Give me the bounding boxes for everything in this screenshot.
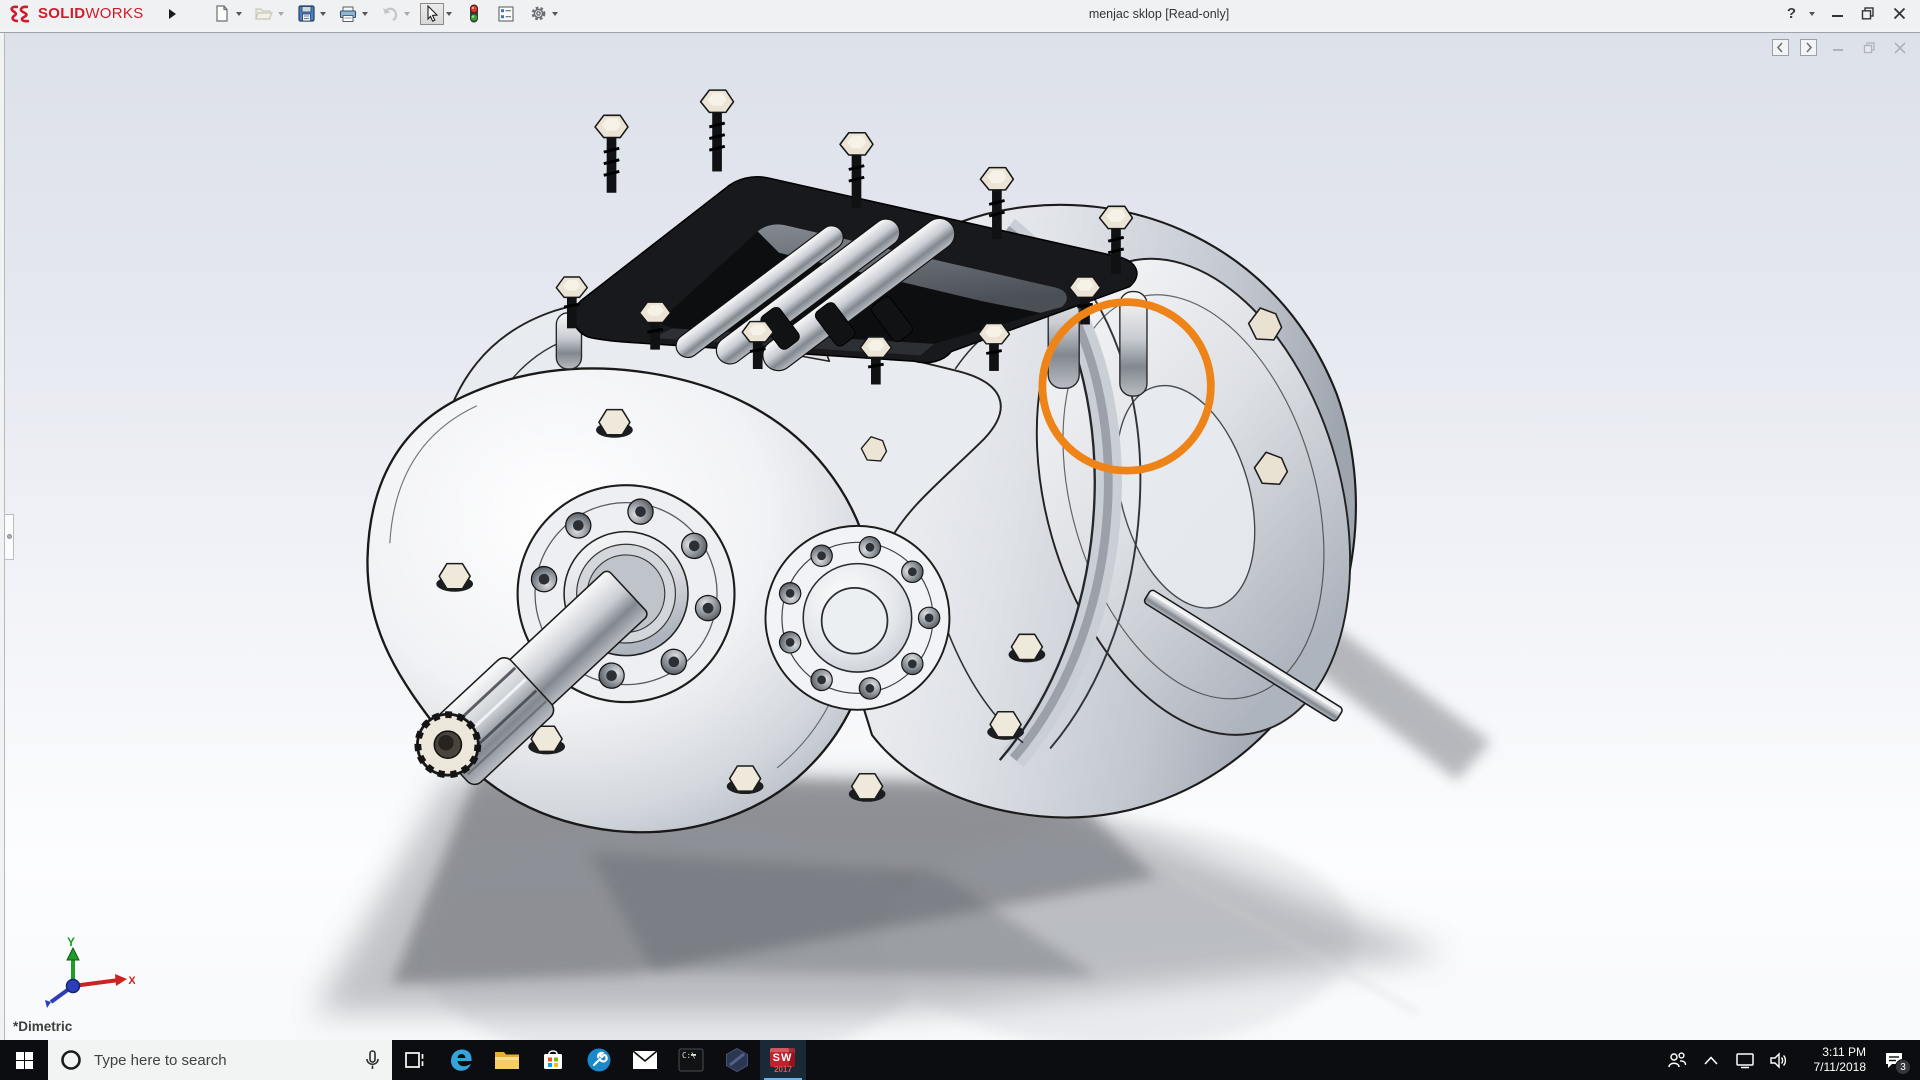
save-icon	[298, 5, 315, 22]
sw-year-label: 2017	[768, 1065, 798, 1074]
file-properties-icon	[498, 6, 514, 22]
hidden-icons-chevron[interactable]	[1696, 1040, 1726, 1080]
start-button[interactable]	[0, 1040, 48, 1080]
taskbar-app-mail[interactable]	[622, 1040, 668, 1080]
solidworks-logo: SOLIDWORKS	[0, 5, 158, 23]
options-button[interactable]	[526, 3, 550, 25]
clock-date: 7/11/2018	[1798, 1060, 1866, 1075]
taskbar-spacer	[806, 1040, 1662, 1080]
minimize-button[interactable]	[1826, 4, 1848, 24]
taskbar-app-file-explorer[interactable]	[484, 1040, 530, 1080]
save-button[interactable]	[294, 3, 318, 25]
file-properties-button[interactable]	[494, 3, 518, 25]
hexagon-app-icon	[724, 1047, 750, 1073]
view-orientation-label: *Dimetric	[13, 1019, 72, 1034]
graphics-area[interactable]: Y X *Dimetric	[4, 33, 1920, 1040]
edge-icon	[448, 1047, 474, 1073]
undo-dropdown-caret[interactable]	[402, 3, 412, 25]
network-icon[interactable]	[1730, 1040, 1760, 1080]
restore-button[interactable]	[1857, 4, 1879, 24]
select-cursor-icon	[425, 5, 440, 22]
people-icon[interactable]	[1662, 1040, 1692, 1080]
help-button[interactable]: ?	[1785, 5, 1798, 22]
undo-button[interactable]	[378, 3, 402, 25]
new-document-button[interactable]	[210, 3, 234, 25]
print-button[interactable]	[336, 3, 360, 25]
pane-toggle-right-button[interactable]	[1800, 39, 1817, 56]
windows-logo-icon	[16, 1052, 33, 1069]
select-tool-button[interactable]	[420, 3, 444, 25]
wrench-circle-icon	[586, 1047, 612, 1073]
notification-badge: 3	[1895, 1059, 1911, 1075]
orientation-triad: Y X	[15, 934, 135, 1012]
title-bar: SOLIDWORKS	[0, 0, 1920, 27]
clock-time: 3:11 PM	[1798, 1045, 1866, 1060]
triad-x-label: X	[128, 975, 135, 987]
window-title: menjac sklop [Read-only]	[1089, 0, 1229, 27]
document-close-button[interactable]	[1890, 40, 1910, 56]
gear-icon	[530, 5, 547, 22]
search-input[interactable]: Type here to search	[94, 1052, 353, 1069]
spline-tip	[416, 713, 480, 777]
taskbar-app-solidworks[interactable]: SW 2017	[760, 1040, 806, 1080]
cortana-icon	[60, 1049, 82, 1071]
mail-icon	[632, 1050, 658, 1070]
volume-icon[interactable]	[1764, 1040, 1794, 1080]
document-minimize-button[interactable]	[1828, 40, 1848, 56]
close-button[interactable]	[1888, 4, 1910, 24]
print-icon	[339, 6, 357, 22]
triad-y-label: Y	[67, 935, 75, 949]
print-dropdown-caret[interactable]	[360, 3, 370, 25]
taskbar-app-command-prompt[interactable]: C:\	[668, 1040, 714, 1080]
command-prompt-icon: C:\	[678, 1048, 704, 1072]
taskbar-app-store[interactable]	[530, 1040, 576, 1080]
window-controls: ?	[1785, 0, 1910, 27]
document-restore-button[interactable]	[1859, 40, 1879, 56]
taskbar-clock[interactable]: 3:11 PM 7/11/2018	[1798, 1045, 1870, 1075]
feature-panel-collapsed-tab[interactable]	[5, 514, 14, 560]
action-center-button[interactable]: 3	[1874, 1040, 1914, 1080]
help-dropdown-caret[interactable]	[1807, 3, 1817, 25]
store-icon	[541, 1048, 565, 1072]
new-document-icon	[214, 5, 230, 22]
new-dropdown-caret[interactable]	[234, 3, 244, 25]
taskbar-app-hexagon[interactable]	[714, 1040, 760, 1080]
pane-toggle-left-button[interactable]	[1772, 39, 1789, 56]
file-explorer-icon	[494, 1049, 520, 1071]
rebuild-traffic-light-icon	[468, 4, 480, 23]
open-icon	[255, 6, 273, 21]
brand-text: SOLIDWORKS	[38, 5, 144, 22]
menu-expand-arrow[interactable]	[164, 4, 180, 24]
microphone-icon[interactable]	[365, 1050, 380, 1071]
document-window-controls	[1772, 39, 1910, 56]
taskbar-app-task-view[interactable]	[392, 1040, 438, 1080]
options-dropdown-caret[interactable]	[550, 3, 560, 25]
open-button[interactable]	[252, 3, 276, 25]
open-dropdown-caret[interactable]	[276, 3, 286, 25]
system-tray: 3:11 PM 7/11/2018 3	[1662, 1040, 1920, 1080]
select-dropdown-caret[interactable]	[444, 3, 454, 25]
taskbar-app-settings[interactable]	[576, 1040, 622, 1080]
taskbar-app-edge[interactable]	[438, 1040, 484, 1080]
main-toolbar	[210, 3, 566, 25]
gearbox-model	[367, 90, 1402, 832]
taskbar-search[interactable]: Type here to search	[48, 1040, 392, 1080]
solidworks-logo-icon	[8, 5, 34, 23]
solidworks-app-icon: SW 2017	[768, 1045, 798, 1075]
windows-taskbar: Type here to search	[0, 1040, 1920, 1080]
task-view-icon	[404, 1050, 426, 1070]
rebuild-button[interactable]	[462, 3, 486, 25]
undo-icon	[381, 6, 399, 21]
output-flange	[765, 526, 949, 710]
3d-viewport-canvas[interactable]	[5, 33, 1920, 1040]
save-dropdown-caret[interactable]	[318, 3, 328, 25]
